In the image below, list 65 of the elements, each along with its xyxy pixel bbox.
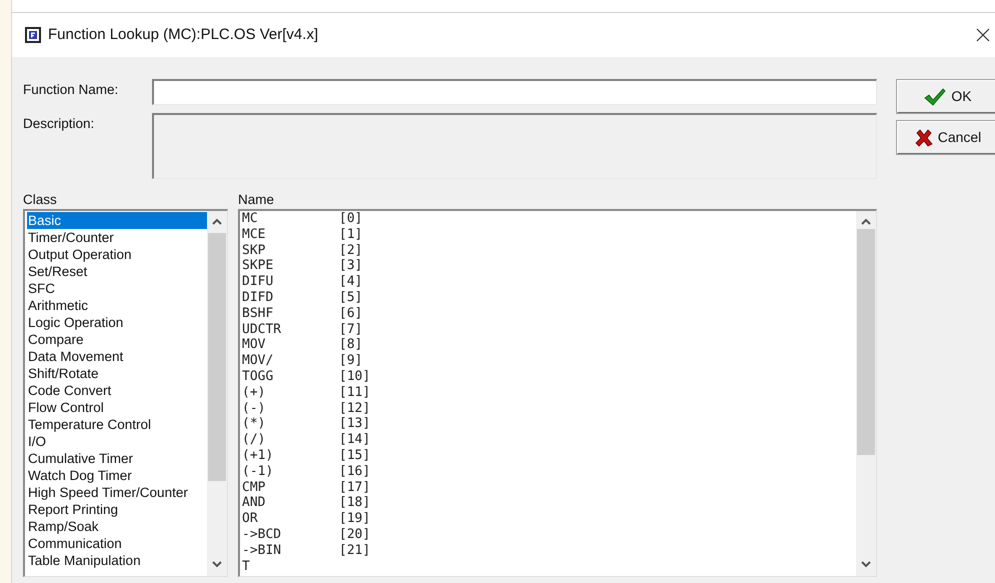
class-list-item[interactable]: SFC — [27, 280, 207, 297]
name-list-item[interactable]: SKPE [3] — [242, 258, 856, 274]
class-list-item[interactable]: Cumulative Timer — [27, 450, 207, 467]
name-list-item[interactable]: T — [242, 558, 856, 574]
name-list-item[interactable]: SKP [2] — [242, 242, 856, 258]
class-list-item[interactable]: Ramp/Soak — [27, 518, 207, 535]
name-list-item[interactable]: AND [18] — [242, 495, 856, 512]
description-field[interactable] — [152, 113, 877, 179]
name-list-item[interactable]: CMP [17] — [242, 480, 856, 496]
name-list-item[interactable]: OR [19] — [242, 511, 856, 527]
app-icon — [24, 26, 42, 44]
checkmark-icon — [924, 88, 946, 106]
class-list-item[interactable]: Data Movement — [27, 348, 207, 365]
field-label: Description: — [23, 115, 96, 133]
name-list-item[interactable]: ->BCD [20] — [242, 526, 856, 543]
class-list-item[interactable]: Temperature Control — [27, 416, 207, 433]
class-list-item[interactable]: High Speed Timer/Counter — [27, 484, 207, 501]
list-heading: Name — [238, 191, 276, 209]
name-list-item[interactable]: (-1) [16] — [242, 464, 856, 480]
window-title: Function Lookup (MC):PLC.OS Ver[v4.x] — [48, 24, 318, 45]
scrollbar[interactable] — [856, 211, 876, 576]
close-icon — [976, 28, 990, 42]
class-list-item[interactable]: Watch Dog Timer — [27, 467, 207, 484]
name-list-item[interactable]: DIFD [5] — [242, 290, 856, 306]
name-list-item[interactable]: TOGG [10] — [242, 368, 856, 385]
name-list-item[interactable]: (/) [14] — [242, 432, 856, 448]
name-list-item[interactable]: (+1) [15] — [242, 448, 856, 464]
class-list-item[interactable]: Communication — [27, 535, 207, 552]
scroll-up-icon[interactable] — [212, 218, 222, 225]
class-list-item[interactable]: Compare — [27, 331, 207, 348]
scroll-thumb[interactable] — [857, 229, 875, 455]
name-list-item[interactable]: UDCTR [7] — [242, 322, 856, 338]
scroll-up-icon[interactable] — [861, 218, 871, 225]
class-list-item[interactable]: I/O — [27, 433, 207, 450]
class-list-item[interactable]: Set/Reset — [27, 263, 207, 280]
name-list-item[interactable]: (-) [12] — [242, 400, 856, 416]
scroll-down-icon[interactable] — [861, 561, 871, 568]
field-label: Function Name: — [23, 81, 120, 99]
name-list-item[interactable]: (+) [11] — [242, 384, 856, 401]
class-list-item[interactable]: Code Convert — [27, 382, 207, 399]
class-list-item[interactable]: Timer/Counter — [27, 229, 207, 246]
class-list-item[interactable]: Basic — [27, 212, 207, 229]
name-list-item[interactable]: MOV [8] — [242, 337, 856, 354]
cross-icon — [914, 128, 933, 146]
class-list-item[interactable]: Output Operation — [27, 246, 207, 263]
ok-button[interactable]: OK — [897, 80, 995, 113]
name-list-item[interactable]: ->BIN [21] — [242, 542, 856, 559]
name-list-item[interactable]: MOV/ [9] — [242, 353, 856, 369]
name-list-item[interactable]: (*) [13] — [242, 416, 856, 432]
name-list-item[interactable]: BSHF [6] — [242, 306, 856, 322]
name-list-item[interactable]: MC [0] — [242, 211, 856, 227]
class-list-item[interactable]: Logic Operation — [27, 314, 207, 331]
cancel-button[interactable]: Cancel — [897, 121, 995, 154]
class-list-item[interactable]: Shift/Rotate — [27, 365, 207, 382]
scroll-down-icon[interactable] — [212, 561, 222, 568]
class-list-item[interactable]: Flow Control — [27, 399, 207, 416]
class-list-item[interactable]: Arithmetic — [27, 297, 207, 314]
scroll-thumb[interactable] — [208, 233, 226, 481]
scrollbar[interactable] — [207, 211, 227, 576]
name-list-item[interactable]: MCE [1] — [242, 226, 856, 243]
list-heading: Class — [23, 191, 58, 209]
name-list-item[interactable]: DIFU [4] — [242, 274, 856, 290]
class-list-item[interactable]: Report Printing — [27, 501, 207, 518]
function-name-field[interactable] — [152, 79, 877, 105]
class-list-item[interactable]: Table Manipulation — [27, 552, 207, 569]
